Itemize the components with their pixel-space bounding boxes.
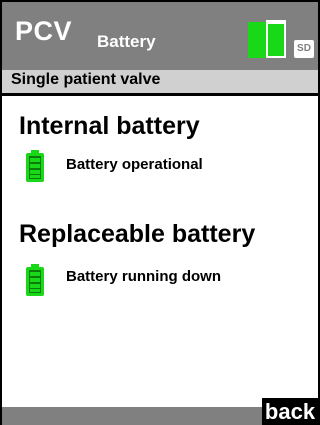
ventilation-mode: PCV (15, 16, 73, 46)
replaceable-battery-status-text: Battery running down (66, 268, 221, 285)
subheader-bar: Single patient valve (2, 70, 318, 96)
valve-type-label: Single patient valve (11, 71, 161, 88)
sd-card-icon: SD (294, 40, 314, 58)
internal-battery-title: Internal battery (19, 112, 200, 140)
device-screen: PCV Battery SD Single patient valve Inte… (0, 0, 320, 425)
replaceable-battery-title: Replaceable battery (19, 220, 256, 248)
battery-full-icon (26, 264, 44, 296)
battery-level-icon (246, 18, 288, 60)
battery-full-icon (26, 150, 44, 182)
back-button[interactable]: back (262, 398, 318, 425)
internal-battery-status-text: Battery operational (66, 156, 203, 173)
screen-title: Battery (97, 32, 156, 51)
header-bar: PCV Battery SD (2, 2, 318, 70)
